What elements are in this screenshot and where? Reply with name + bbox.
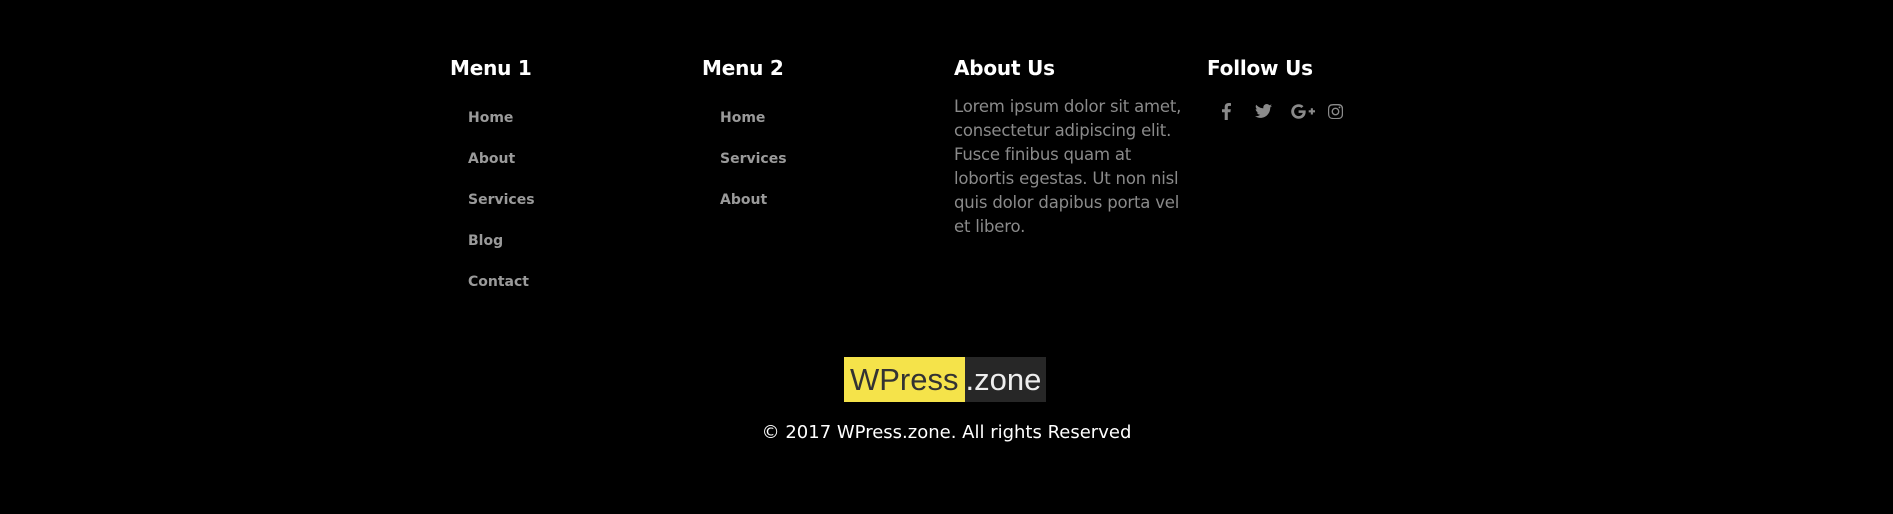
social-links (1207, 100, 1447, 122)
menu2-link-services[interactable]: Services (720, 151, 787, 167)
menu2-item-home: Home (720, 106, 942, 147)
menu1-title: Menu 1 (450, 56, 532, 80)
follow-column: Follow Us (1207, 56, 1447, 122)
facebook-icon[interactable] (1219, 100, 1233, 122)
menu2-link-about[interactable]: About (720, 192, 767, 208)
menu2-item-services: Services (720, 147, 942, 188)
menu1-item-services: Services (468, 188, 690, 229)
logo-main-text: WPress (844, 357, 965, 402)
menu1-column: Menu 1 Home About Services Blog Contact (450, 56, 690, 311)
menu2-link-home[interactable]: Home (720, 110, 765, 126)
menu1-list: Home About Services Blog Contact (450, 106, 690, 311)
follow-title: Follow Us (1207, 56, 1313, 80)
menu2-item-about: About (720, 188, 942, 229)
copyright-text: © 2017 WPress.zone. All rights Reserved (761, 422, 1132, 443)
menu1-item-about: About (468, 147, 690, 188)
menu1-item-contact: Contact (468, 270, 690, 311)
menu1-link-contact[interactable]: Contact (468, 274, 529, 290)
about-title: About Us (954, 56, 1055, 80)
twitter-icon[interactable] (1253, 100, 1273, 122)
logo-ext-text: .zone (964, 357, 1047, 402)
menu2-title: Menu 2 (702, 56, 784, 80)
about-text: Lorem ipsum dolor sit amet, consectetur … (954, 97, 1182, 236)
instagram-icon[interactable] (1326, 100, 1344, 122)
menu2-list: Home Services About (702, 106, 942, 229)
menu1-item-home: Home (468, 106, 690, 147)
about-column: About Us Lorem ipsum dolor sit amet, con… (954, 56, 1194, 239)
site-logo[interactable]: WPress .zone (844, 357, 1047, 402)
footer-widgets: Menu 1 Home About Services Blog Contact … (450, 56, 1450, 306)
menu1-item-blog: Blog (468, 229, 690, 270)
google-plus-icon[interactable] (1290, 100, 1316, 122)
menu1-link-about[interactable]: About (468, 151, 515, 167)
menu1-link-blog[interactable]: Blog (468, 233, 503, 249)
menu2-column: Menu 2 Home Services About (702, 56, 942, 229)
menu1-link-services[interactable]: Services (468, 192, 535, 208)
menu1-link-home[interactable]: Home (468, 110, 513, 126)
